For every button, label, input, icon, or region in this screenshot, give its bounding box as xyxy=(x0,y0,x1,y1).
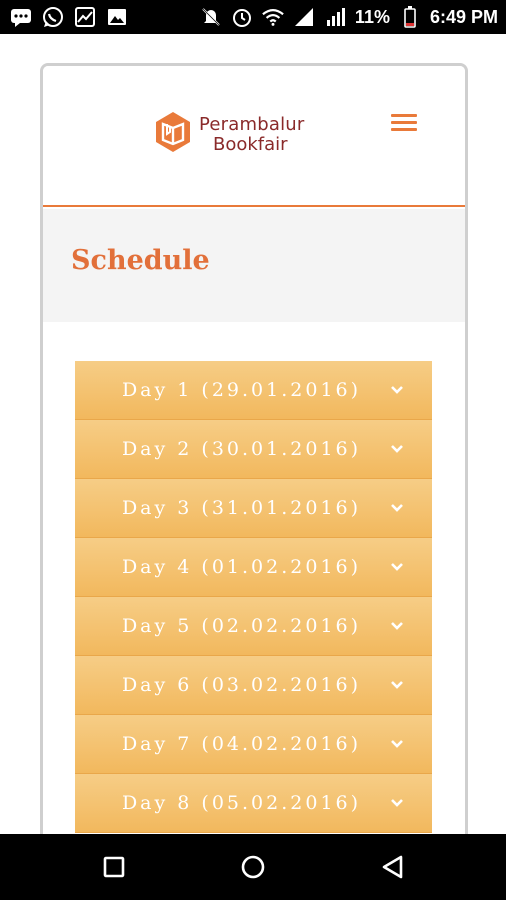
whatsapp-icon xyxy=(42,6,64,28)
chevron-down-icon xyxy=(391,386,403,394)
accordion-item-day-1[interactable]: Day 1 (29.01.2016) xyxy=(75,361,432,420)
alarm-icon xyxy=(231,6,253,28)
logo-line2: Bookfair xyxy=(213,133,288,155)
recent-apps-icon[interactable] xyxy=(99,852,129,882)
accordion-item-day-4[interactable]: Day 4 (01.02.2016) xyxy=(75,538,432,597)
chevron-down-icon xyxy=(391,504,403,512)
status-bar: 11% 6:49 PM xyxy=(0,0,506,34)
clock: 6:49 PM xyxy=(429,6,498,27)
accordion-item-day-2[interactable]: Day 2 (30.01.2016) xyxy=(75,420,432,479)
signal-icon xyxy=(324,6,346,28)
book-logo-icon xyxy=(153,110,193,159)
schedule-accordion: Day 1 (29.01.2016) Day 2 (30.01.2016) Da… xyxy=(75,361,432,833)
accordion-item-day-5[interactable]: Day 5 (02.02.2016) xyxy=(75,597,432,656)
accordion-label: Day 2 (30.01.2016) xyxy=(121,438,362,460)
accordion-label: Day 1 (29.01.2016) xyxy=(121,379,362,401)
image-icon xyxy=(106,6,128,28)
page-title-band: Schedule xyxy=(43,209,465,322)
accordion-label: Day 8 (05.02.2016) xyxy=(121,792,362,814)
chevron-down-icon xyxy=(391,622,403,630)
accordion-label: Day 6 (03.02.2016) xyxy=(121,674,362,696)
accordion-item-day-7[interactable]: Day 7 (04.02.2016) xyxy=(75,715,432,774)
back-icon[interactable] xyxy=(378,852,408,882)
hamburger-menu-icon[interactable] xyxy=(391,112,419,134)
chevron-down-icon xyxy=(391,563,403,571)
battery-percent: 11% xyxy=(354,6,390,27)
accordion-label: Day 7 (04.02.2016) xyxy=(121,733,362,755)
navigation-bar xyxy=(0,834,506,900)
home-icon[interactable] xyxy=(238,852,268,882)
silent-icon xyxy=(200,6,222,28)
message-icon xyxy=(10,6,32,28)
accordion-label: Day 3 (31.01.2016) xyxy=(121,497,362,519)
wifi-icon xyxy=(262,6,284,28)
page-title: Schedule xyxy=(71,245,210,276)
accordion-item-day-6[interactable]: Day 6 (03.02.2016) xyxy=(75,656,432,715)
logo-line1: Perambalur xyxy=(199,113,305,135)
web-page: Perambalur Bookfair Schedule Day 1 (29.0… xyxy=(40,63,468,843)
accordion-item-day-8[interactable]: Day 8 (05.02.2016) xyxy=(75,774,432,833)
chevron-down-icon xyxy=(391,740,403,748)
site-logo[interactable]: Perambalur Bookfair xyxy=(153,110,305,159)
accordion-label: Day 5 (02.02.2016) xyxy=(121,615,362,637)
site-header: Perambalur Bookfair xyxy=(43,66,465,207)
accordion-item-day-3[interactable]: Day 3 (31.01.2016) xyxy=(75,479,432,538)
battery-icon xyxy=(399,6,421,28)
accordion-label: Day 4 (01.02.2016) xyxy=(121,556,362,578)
chevron-down-icon xyxy=(391,445,403,453)
gallery-icon xyxy=(74,6,96,28)
chevron-down-icon xyxy=(391,681,403,689)
signal-icon xyxy=(293,6,315,28)
chevron-down-icon xyxy=(391,799,403,807)
